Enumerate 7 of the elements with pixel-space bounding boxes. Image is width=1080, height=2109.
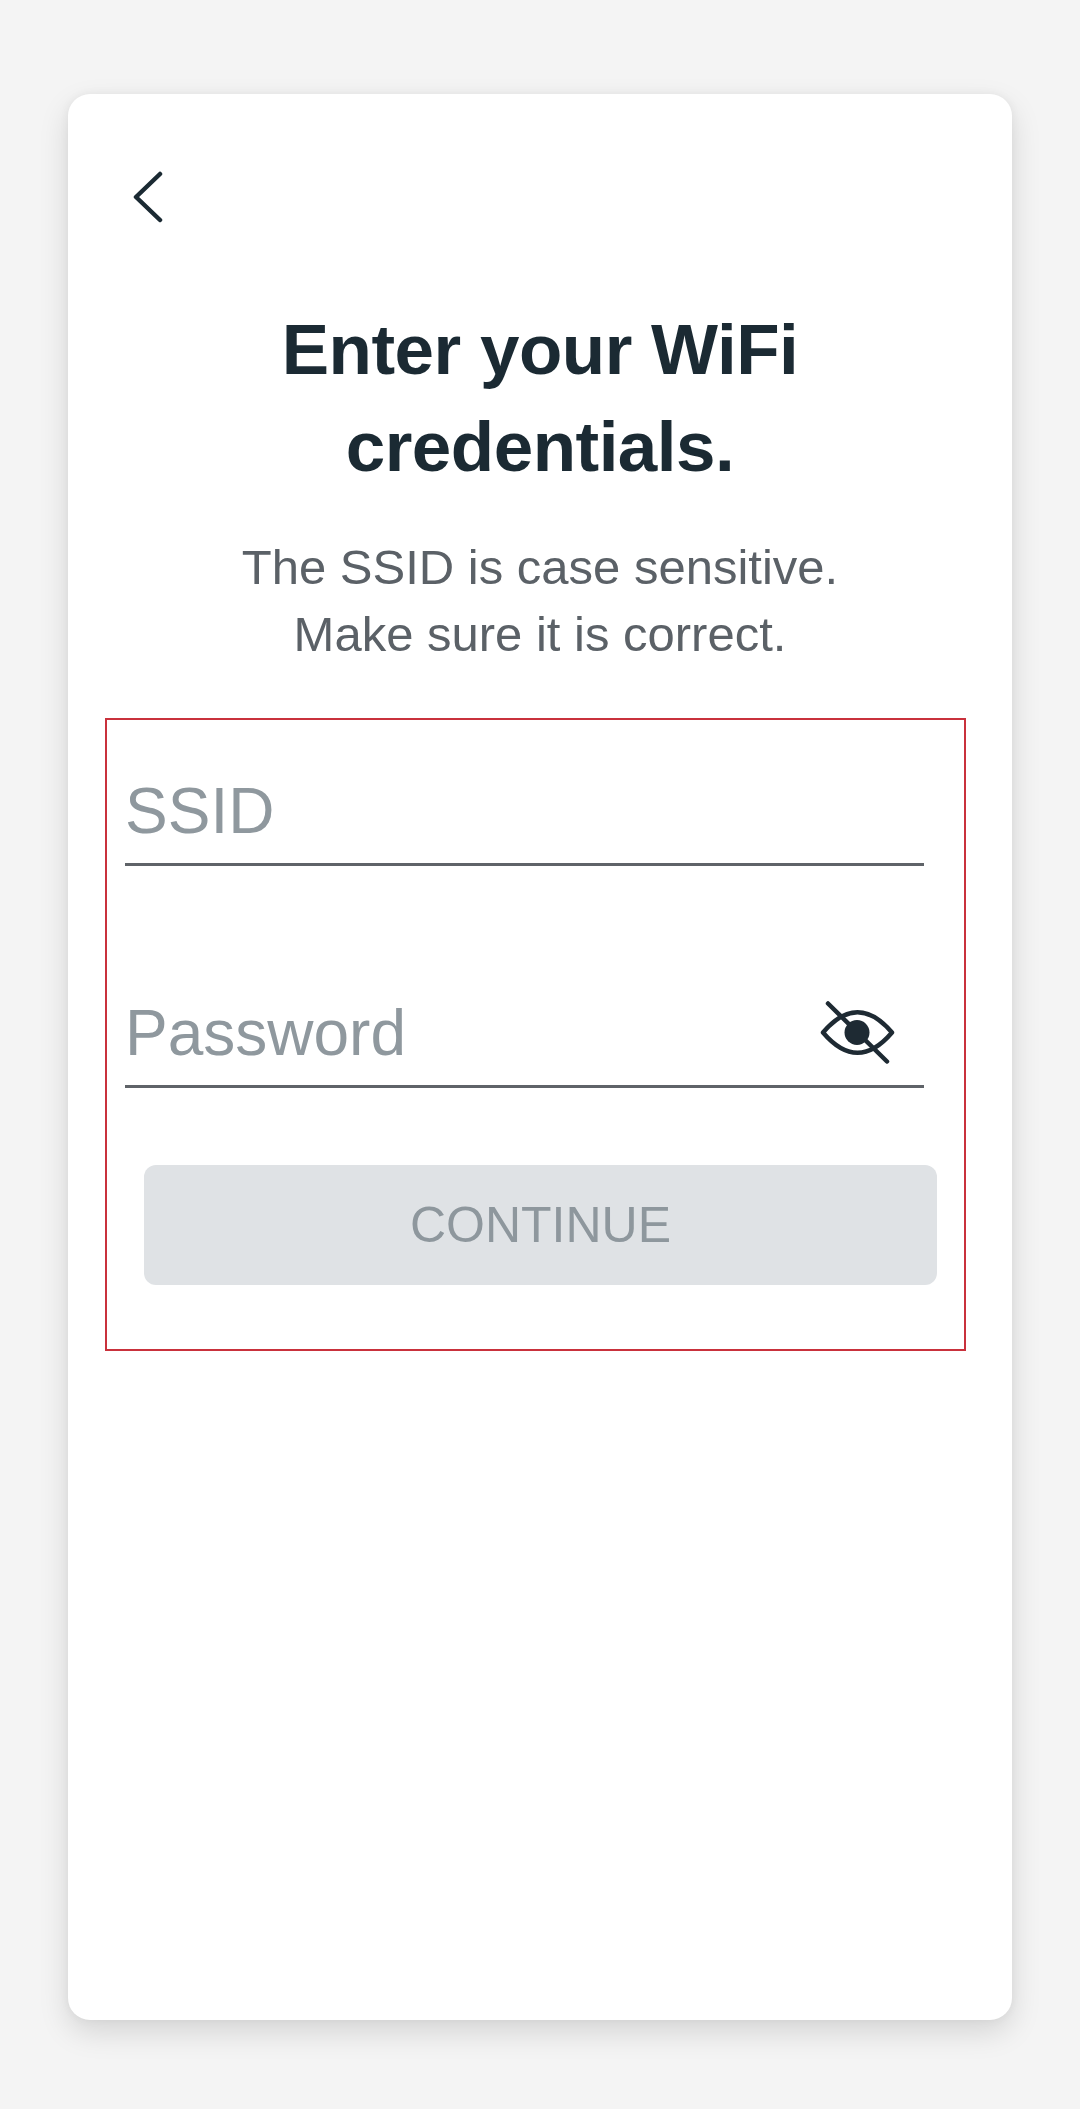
instruction-text: The SSID is case sensitive. Make sure it is correct.	[240, 539, 840, 663]
eye-slash-icon[interactable]	[820, 1001, 895, 1064]
heading: Enter your WiFi credentials.	[280, 309, 800, 488]
password-field[interactable]: Password	[125, 973, 924, 1088]
chevron-left-icon	[132, 171, 164, 223]
input-field[interactable]: SSID	[125, 751, 924, 866]
back-button[interactable]	[132, 171, 164, 223]
